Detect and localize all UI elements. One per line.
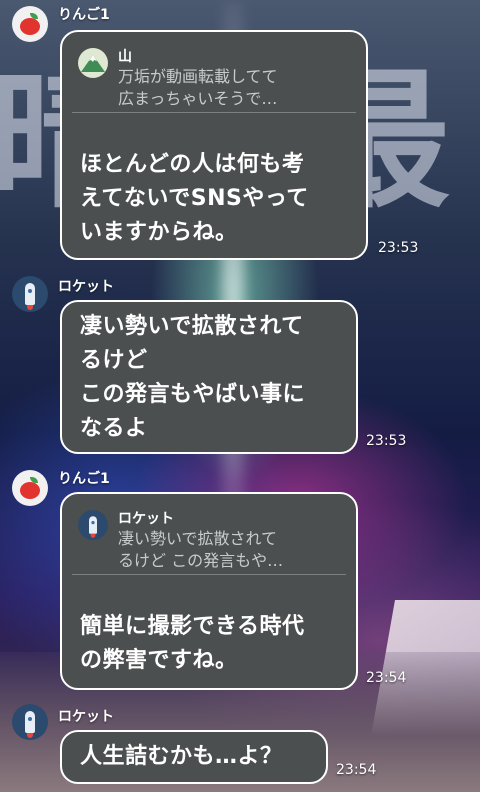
reply-sender-name: ロケット: [118, 511, 174, 527]
apple-icon: [19, 477, 41, 499]
message-text: 凄い勢いで拡散されて るけど この発言もやばい事に なるよ: [80, 314, 306, 441]
message-text: ほとんどの人は何も考 えてないでSNSやって いますからね。: [80, 152, 309, 245]
apple-icon: [19, 13, 41, 35]
sender-avatar[interactable]: [12, 470, 48, 506]
message-text: 簡単に撮影できる時代 の弊害ですね。: [80, 614, 305, 673]
message-time: 23:54: [366, 670, 407, 686]
sender-avatar[interactable]: [12, 704, 48, 740]
sender-avatar[interactable]: [12, 276, 48, 312]
reply-quote[interactable]: ロケット 凄い勢いで拡散されて るけど この発言もや…: [72, 494, 346, 575]
sender-name: りんご1: [58, 7, 110, 23]
message-bubble[interactable]: 人生詰むかも…よ？: [60, 730, 328, 784]
sender-name: ロケット: [58, 709, 114, 725]
reply-text: 万垢が動画転載してて 広まっちゃいそうで…: [118, 67, 278, 108]
rocket-icon: [25, 283, 35, 310]
chat-thread: りんご1 山 万垢が動画転載してて 広まっちゃいそうで… ほとんどの人は何も考 …: [0, 0, 480, 792]
rocket-icon: [78, 510, 108, 540]
message-bubble[interactable]: ロケット 凄い勢いで拡散されて るけど この発言もや… 簡単に撮影できる時代 の…: [60, 492, 358, 690]
message-bubble[interactable]: 凄い勢いで拡散されて るけど この発言もやばい事に なるよ: [60, 300, 358, 454]
reply-sender-name: 山: [118, 49, 132, 65]
reply-text: 凄い勢いで拡散されて るけど この発言もや…: [118, 529, 284, 570]
sender-avatar[interactable]: [12, 6, 48, 42]
message-time: 23:53: [366, 433, 407, 449]
mountain-icon: [78, 48, 108, 78]
rocket-icon: [25, 711, 35, 738]
sender-name: りんご1: [58, 471, 110, 487]
reply-quote[interactable]: 山 万垢が動画転載してて 広まっちゃいそうで…: [72, 32, 356, 113]
message-time: 23:53: [378, 240, 419, 256]
message-bubble[interactable]: 山 万垢が動画転載してて 広まっちゃいそうで… ほとんどの人は何も考 えてないで…: [60, 30, 368, 260]
sender-name: ロケット: [58, 279, 114, 295]
message-time: 23:54: [336, 762, 377, 778]
message-text: 人生詰むかも…よ？: [80, 744, 283, 769]
